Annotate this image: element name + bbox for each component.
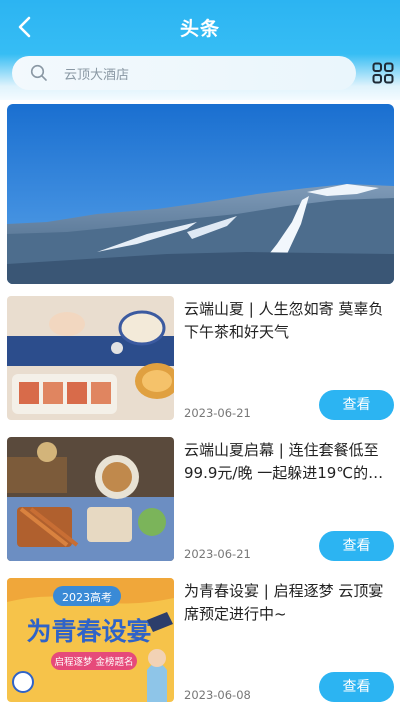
news-date: 2023-06-08 xyxy=(184,688,251,702)
news-title: 云端山夏启幕 | 连住套餐低至99.9元/晚 一起躲进19℃的… xyxy=(184,441,384,482)
top-bar: 头条 xyxy=(0,0,400,54)
banner-image[interactable] xyxy=(7,104,394,284)
news-date: 2023-06-21 xyxy=(184,547,251,561)
news-title: 为青春设宴 | 启程逐梦 云顶宴席预定进行中~ xyxy=(184,582,384,623)
poster-year-tag: 2023高考 xyxy=(62,590,112,604)
view-button[interactable]: 查看 xyxy=(319,390,394,420)
grid-menu-icon[interactable] xyxy=(372,62,394,84)
search-input[interactable]: 云顶大酒店 xyxy=(12,56,356,90)
news-thumbnail: 2023高考 为青春设宴 启程逐梦 金榜题名 xyxy=(7,578,174,702)
poster-headline: 为青春设宴 xyxy=(26,617,151,646)
search-placeholder: 云顶大酒店 xyxy=(64,67,130,83)
news-title: 云端山夏 | 人生忽如寄 莫辜负下午茶和好天气 xyxy=(184,300,384,341)
view-button[interactable]: 查看 xyxy=(319,531,394,561)
view-button[interactable]: 查看 xyxy=(319,672,394,702)
news-date: 2023-06-21 xyxy=(184,406,251,420)
search-row: 云顶大酒店 xyxy=(0,54,400,100)
news-item[interactable]: 2023高考 为青春设宴 启程逐梦 金榜题名 为青春设宴 | 启程逐梦 云顶宴席… xyxy=(0,578,400,711)
news-item[interactable]: 云端山夏启幕 | 连住套餐低至99.9元/晚 一起躲进19℃的… 2023-06… xyxy=(0,437,400,577)
news-thumbnail xyxy=(7,437,174,561)
news-thumbnail xyxy=(7,296,174,420)
page-title: 头条 xyxy=(179,18,220,40)
search-icon xyxy=(30,64,47,81)
poster-subline: 启程逐梦 金榜题名 xyxy=(54,656,133,668)
news-item[interactable]: 云端山夏 | 人生忽如寄 莫辜负下午茶和好天气 2023-06-21 查看 xyxy=(0,296,400,436)
